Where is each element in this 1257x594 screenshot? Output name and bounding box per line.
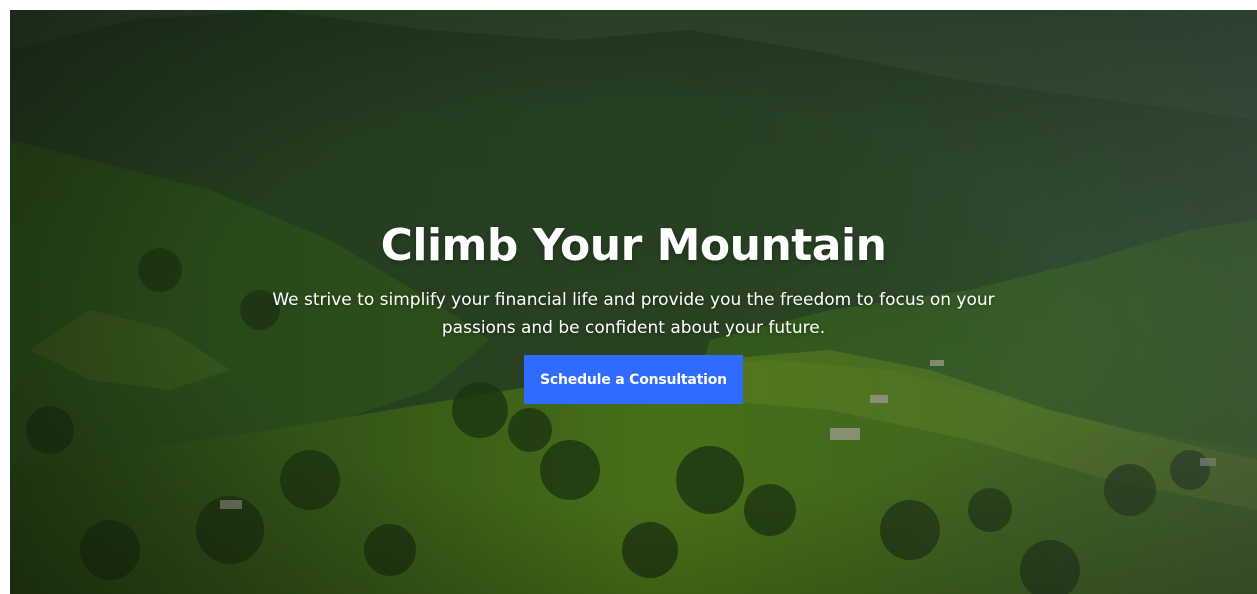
schedule-consultation-button[interactable]: Schedule a Consultation	[524, 355, 743, 404]
hero-content: Climb Your Mountain We strive to simplif…	[10, 10, 1257, 594]
hero-title: Climb Your Mountain	[380, 220, 887, 271]
page: Climb Your Mountain We strive to simplif…	[0, 0, 1257, 594]
hero-section: Climb Your Mountain We strive to simplif…	[10, 10, 1257, 594]
hero-subtitle: We strive to simplify your financial lif…	[272, 290, 995, 338]
